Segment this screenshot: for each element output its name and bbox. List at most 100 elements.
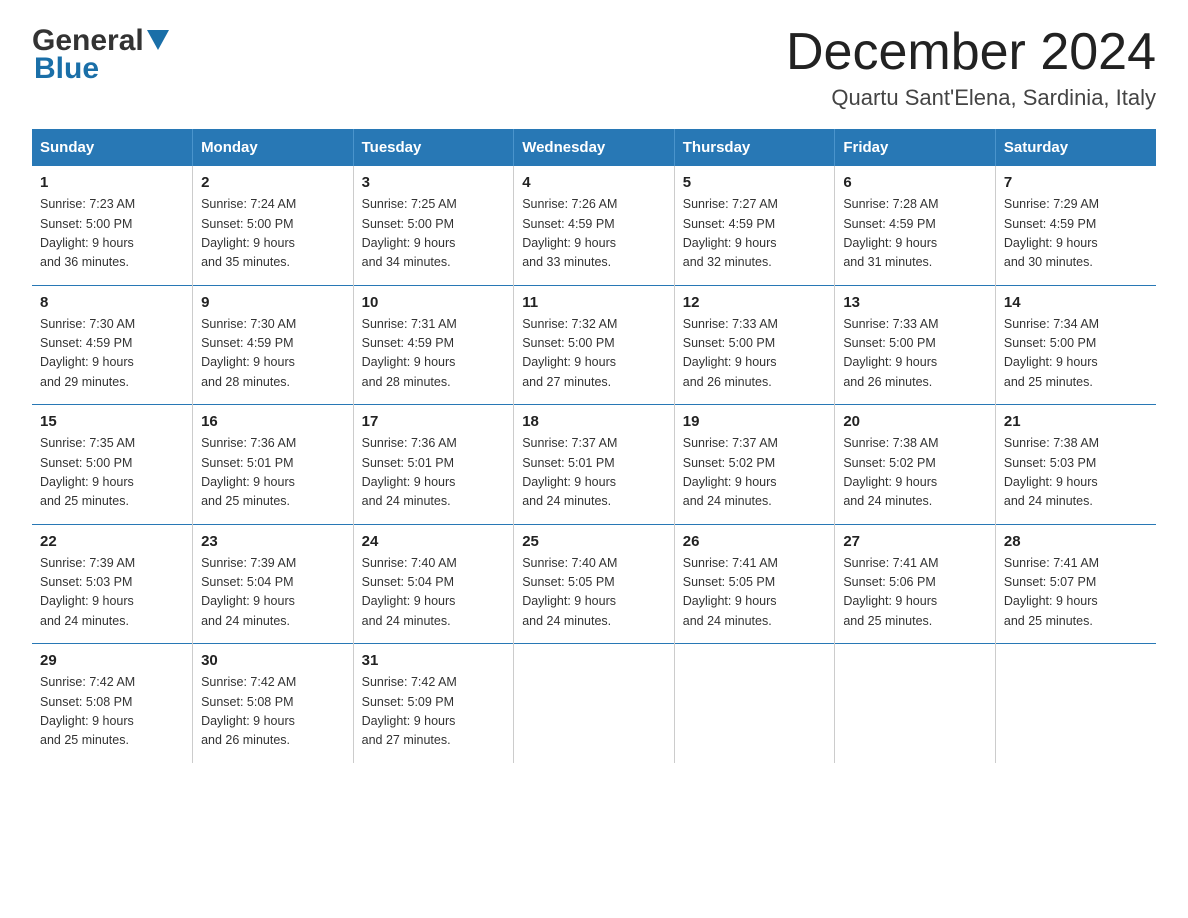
day-number: 1	[40, 174, 184, 191]
day-number: 20	[843, 413, 987, 430]
day-number: 7	[1004, 174, 1148, 191]
header-tuesday: Tuesday	[353, 129, 514, 166]
day-info: Sunrise: 7:25 AMSunset: 5:00 PMDaylight:…	[362, 195, 506, 273]
header-thursday: Thursday	[674, 129, 835, 166]
table-row: 30 Sunrise: 7:42 AMSunset: 5:08 PMDayligh…	[193, 644, 354, 763]
calendar-week-row: 15 Sunrise: 7:35 AMSunset: 5:00 PMDayligh…	[32, 405, 1156, 525]
table-row: 3 Sunrise: 7:25 AMSunset: 5:00 PMDaylight…	[353, 166, 514, 285]
table-row: 31Sunrise: 7:42 AMSunset: 5:09 PMDayligh…	[353, 644, 514, 763]
table-row: 9Sunrise: 7:30 AMSunset: 4:59 PMDaylight…	[193, 285, 354, 405]
day-info: Sunrise: 7:28 AMSunset: 4:59 PMDaylight:…	[843, 195, 987, 273]
table-row: 17Sunrise: 7:36 AMSunset: 5:01 PMDayligh…	[353, 405, 514, 525]
day-number: 6	[843, 174, 987, 191]
title-section: December 2024 Quartu Sant'Elena, Sardini…	[786, 24, 1156, 111]
day-number: 19	[683, 413, 827, 430]
day-info: Sunrise: 7:30 AMSunset: 4:59 PMDaylight:…	[40, 315, 184, 393]
logo-blue-text: Blue	[34, 52, 99, 86]
table-row: 14 Sunrise: 7:34 AMSunset: 5:00 PMDayligh…	[995, 285, 1156, 405]
table-row: 18 Sunrise: 7:37 AMSunset: 5:01 PMDayligh…	[514, 405, 675, 525]
day-info: Sunrise: 7:34 AMSunset: 5:00 PMDaylight:…	[1004, 315, 1148, 393]
day-number: 12	[683, 294, 827, 311]
day-info: Sunrise: 7:38 AMSunset: 5:02 PMDaylight:…	[843, 434, 987, 512]
table-row: 21 Sunrise: 7:38 AMSunset: 5:03 PMDayligh…	[995, 405, 1156, 525]
table-row: 15 Sunrise: 7:35 AMSunset: 5:00 PMDayligh…	[32, 405, 193, 525]
day-info: Sunrise: 7:33 AMSunset: 5:00 PMDaylight:…	[683, 315, 827, 393]
table-row: 25Sunrise: 7:40 AMSunset: 5:05 PMDayligh…	[514, 524, 675, 644]
table-row: 27 Sunrise: 7:41 AMSunset: 5:06 PMDayligh…	[835, 524, 996, 644]
day-info: Sunrise: 7:39 AMSunset: 5:03 PMDaylight:…	[40, 554, 184, 632]
day-number: 28	[1004, 533, 1148, 550]
logo: General Blue	[32, 24, 169, 86]
day-number: 17	[362, 413, 506, 430]
day-info: Sunrise: 7:33 AMSunset: 5:00 PMDaylight:…	[843, 315, 987, 393]
day-number: 16	[201, 413, 345, 430]
table-row: 8Sunrise: 7:30 AMSunset: 4:59 PMDaylight…	[32, 285, 193, 405]
table-row: 7Sunrise: 7:29 AMSunset: 4:59 PMDaylight…	[995, 166, 1156, 285]
day-number: 30	[201, 652, 345, 669]
day-number: 5	[683, 174, 827, 191]
table-row: 24 Sunrise: 7:40 AMSunset: 5:04 PMDayligh…	[353, 524, 514, 644]
location-subtitle: Quartu Sant'Elena, Sardinia, Italy	[786, 85, 1156, 111]
table-row: 26 Sunrise: 7:41 AMSunset: 5:05 PMDayligh…	[674, 524, 835, 644]
day-info: Sunrise: 7:42 AMSunset: 5:08 PMDaylight:…	[201, 673, 345, 751]
table-row: 12 Sunrise: 7:33 AMSunset: 5:00 PMDayligh…	[674, 285, 835, 405]
day-info: Sunrise: 7:39 AMSunset: 5:04 PMDaylight:…	[201, 554, 345, 632]
day-info: Sunrise: 7:35 AMSunset: 5:00 PMDaylight:…	[40, 434, 184, 512]
day-info: Sunrise: 7:24 AMSunset: 5:00 PMDaylight:…	[201, 195, 345, 273]
day-number: 26	[683, 533, 827, 550]
day-number: 21	[1004, 413, 1148, 430]
day-number: 15	[40, 413, 184, 430]
day-info: Sunrise: 7:27 AMSunset: 4:59 PMDaylight:…	[683, 195, 827, 273]
day-info: Sunrise: 7:37 AMSunset: 5:01 PMDaylight:…	[522, 434, 666, 512]
table-row	[995, 644, 1156, 763]
day-number: 14	[1004, 294, 1148, 311]
table-row: 2 Sunrise: 7:24 AMSunset: 5:00 PMDaylight…	[193, 166, 354, 285]
day-number: 2	[201, 174, 345, 191]
day-info: Sunrise: 7:41 AMSunset: 5:05 PMDaylight:…	[683, 554, 827, 632]
day-info: Sunrise: 7:30 AMSunset: 4:59 PMDaylight:…	[201, 315, 345, 393]
calendar-table: Sunday Monday Tuesday Wednesday Thursday…	[32, 129, 1156, 763]
day-info: Sunrise: 7:42 AMSunset: 5:09 PMDaylight:…	[362, 673, 506, 751]
day-info: Sunrise: 7:41 AMSunset: 5:06 PMDaylight:…	[843, 554, 987, 632]
table-row: 23Sunrise: 7:39 AMSunset: 5:04 PMDayligh…	[193, 524, 354, 644]
day-number: 22	[40, 533, 184, 550]
day-number: 13	[843, 294, 987, 311]
header-saturday: Saturday	[995, 129, 1156, 166]
calendar-header-row: Sunday Monday Tuesday Wednesday Thursday…	[32, 129, 1156, 166]
page-header: General Blue December 2024 Quartu Sant'E…	[32, 24, 1156, 111]
header-wednesday: Wednesday	[514, 129, 675, 166]
table-row	[514, 644, 675, 763]
calendar-week-row: 22 Sunrise: 7:39 AMSunset: 5:03 PMDayligh…	[32, 524, 1156, 644]
calendar-week-row: 29 Sunrise: 7:42 AMSunset: 5:08 PMDayligh…	[32, 644, 1156, 763]
day-number: 10	[362, 294, 506, 311]
table-row: 22 Sunrise: 7:39 AMSunset: 5:03 PMDayligh…	[32, 524, 193, 644]
header-monday: Monday	[193, 129, 354, 166]
day-number: 4	[522, 174, 666, 191]
day-info: Sunrise: 7:23 AMSunset: 5:00 PMDaylight:…	[40, 195, 184, 273]
table-row: 28Sunrise: 7:41 AMSunset: 5:07 PMDayligh…	[995, 524, 1156, 644]
table-row: 16 Sunrise: 7:36 AMSunset: 5:01 PMDayligh…	[193, 405, 354, 525]
day-number: 3	[362, 174, 506, 191]
logo-arrow-icon	[147, 30, 169, 55]
day-number: 27	[843, 533, 987, 550]
table-row: 19Sunrise: 7:37 AMSunset: 5:02 PMDayligh…	[674, 405, 835, 525]
day-number: 11	[522, 294, 666, 311]
day-info: Sunrise: 7:40 AMSunset: 5:04 PMDaylight:…	[362, 554, 506, 632]
day-info: Sunrise: 7:36 AMSunset: 5:01 PMDaylight:…	[201, 434, 345, 512]
day-number: 18	[522, 413, 666, 430]
table-row: 20 Sunrise: 7:38 AMSunset: 5:02 PMDayligh…	[835, 405, 996, 525]
table-row: 1 Sunrise: 7:23 AMSunset: 5:00 PMDaylight…	[32, 166, 193, 285]
table-row	[674, 644, 835, 763]
month-title: December 2024	[786, 24, 1156, 81]
table-row: 10Sunrise: 7:31 AMSunset: 4:59 PMDayligh…	[353, 285, 514, 405]
table-row: 5 Sunrise: 7:27 AMSunset: 4:59 PMDaylight…	[674, 166, 835, 285]
day-info: Sunrise: 7:42 AMSunset: 5:08 PMDaylight:…	[40, 673, 184, 751]
day-info: Sunrise: 7:38 AMSunset: 5:03 PMDaylight:…	[1004, 434, 1148, 512]
table-row: 11 Sunrise: 7:32 AMSunset: 5:00 PMDayligh…	[514, 285, 675, 405]
day-info: Sunrise: 7:32 AMSunset: 5:00 PMDaylight:…	[522, 315, 666, 393]
table-row: 13 Sunrise: 7:33 AMSunset: 5:00 PMDayligh…	[835, 285, 996, 405]
table-row: 4Sunrise: 7:26 AMSunset: 4:59 PMDaylight…	[514, 166, 675, 285]
day-number: 24	[362, 533, 506, 550]
header-friday: Friday	[835, 129, 996, 166]
day-number: 29	[40, 652, 184, 669]
